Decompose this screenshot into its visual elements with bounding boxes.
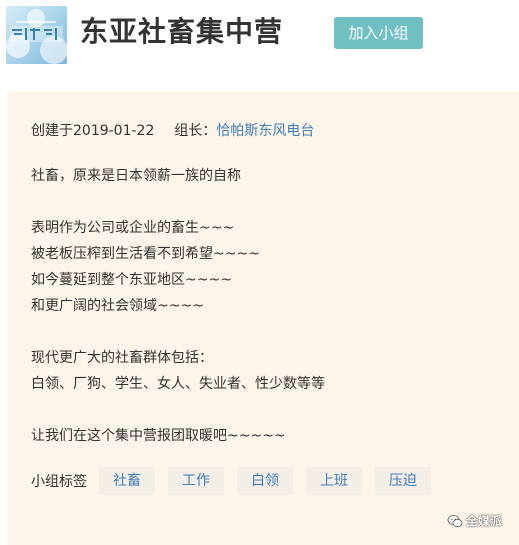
intro-line: 白领、厂狗、学生、女人、失业者、性少数等等 bbox=[31, 376, 325, 392]
intro-line: 和更广阔的社会领域~~~~ bbox=[31, 298, 204, 314]
watermark: 全媒派 bbox=[447, 512, 502, 529]
tag-item[interactable]: 上班 bbox=[306, 467, 362, 495]
intro-spacer bbox=[31, 319, 325, 345]
group-title: 东亚社畜集中营 bbox=[80, 15, 284, 48]
intro-line: 如今蔓延到整个东亚地区~~~~ bbox=[31, 272, 232, 288]
tag-item[interactable]: 工作 bbox=[168, 467, 224, 495]
group-header: 东亚社畜集中营 加入小组 bbox=[0, 0, 519, 80]
tag-item[interactable]: 社畜 bbox=[99, 467, 155, 495]
leader-name-link[interactable]: 恰帕斯东风电台 bbox=[216, 123, 314, 139]
group-tags: 小组标签 社畜 工作 白领 上班 压迫 bbox=[31, 466, 444, 496]
watermark-text: 全媒派 bbox=[466, 514, 503, 528]
intro-line: 社畜，原来是日本领薪一族的自称 bbox=[31, 168, 241, 184]
tag-item[interactable]: 压迫 bbox=[375, 467, 431, 495]
group-meta: 创建于2019-01-22 组长：恰帕斯东风电台 bbox=[31, 121, 314, 141]
chat-bubble-icon bbox=[447, 514, 463, 527]
intro-line: 让我们在这个集中营报团取暖吧~~~~~ bbox=[31, 428, 286, 444]
created-date: 创建于2019-01-22 bbox=[31, 123, 155, 139]
group-info-card: 创建于2019-01-22 组长：恰帕斯东风电台 社畜，原来是日本领薪一族的自称 … bbox=[7, 91, 519, 545]
leader-label: 组长： bbox=[174, 123, 217, 139]
group-avatar[interactable] bbox=[6, 6, 67, 64]
intro-line: 表明作为公司或企业的畜生~~~ bbox=[31, 220, 235, 236]
intro-line: 被老板压榨到生活看不到希望~~~~ bbox=[31, 246, 260, 262]
tags-label: 小组标签 bbox=[31, 474, 87, 490]
intro-spacer bbox=[31, 189, 325, 215]
tag-item[interactable]: 白领 bbox=[237, 467, 293, 495]
join-group-button[interactable]: 加入小组 bbox=[334, 17, 423, 49]
group-intro: 社畜，原来是日本领薪一族的自称 表明作为公司或企业的畜生~~~ 被老板压榨到生活… bbox=[31, 163, 325, 449]
intro-line: 现代更广大的社畜群体包括： bbox=[31, 350, 213, 366]
intro-spacer bbox=[31, 397, 325, 423]
